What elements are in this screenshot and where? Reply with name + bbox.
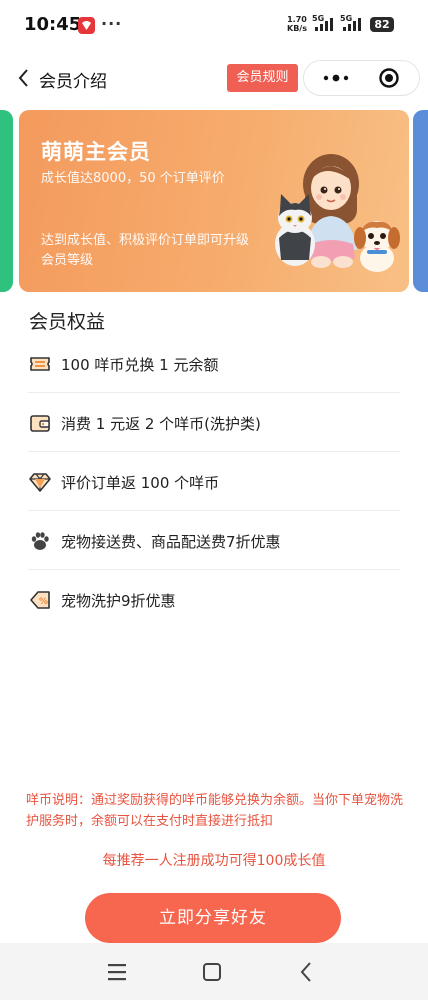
- recent-apps-icon[interactable]: [107, 963, 127, 981]
- navigation-bar: 会员介绍 会员规则: [0, 56, 428, 100]
- next-level-card[interactable]: [413, 110, 428, 292]
- discount-tag-icon: %: [28, 588, 52, 612]
- benefit-item: 评价订单返 100 个咩币: [28, 452, 400, 511]
- coin-explanation: 咩币说明：通过奖励获得的咩币能够兑换为余额。当你下单宠物洗护服务时，余额可以在支…: [26, 793, 404, 829]
- benefit-item: 100 咩币兑换 1 元余额: [28, 334, 400, 393]
- more-options-icon[interactable]: [318, 69, 354, 87]
- status-time: 10:45: [24, 14, 82, 35]
- network-speed: 1.70 KB/s: [287, 15, 307, 33]
- benefit-label: 评价订单返 100 个咩币: [61, 474, 220, 492]
- home-icon[interactable]: [202, 962, 222, 982]
- ticket-icon: [28, 352, 52, 376]
- diamond-icon: [28, 470, 52, 494]
- girl-with-pets-illustration: [265, 140, 405, 280]
- benefit-item: 消费 1 元返 2 个咩币(洗护类): [28, 393, 400, 452]
- back-icon[interactable]: [14, 66, 34, 90]
- status-bar: 10:45 ··· 1.70 KB/s 5G 5G 82: [0, 0, 428, 52]
- benefit-label: 100 咩币兑换 1 元余额: [61, 356, 219, 374]
- signal-2-label: 5G: [340, 14, 352, 23]
- more-notifications-icon: ···: [101, 14, 123, 33]
- system-navigation-bar: [0, 943, 428, 1000]
- benefit-item: 宠物接送费、商品配送费7折优惠: [28, 511, 400, 570]
- benefits-section-title: 会员权益: [29, 311, 106, 333]
- benefit-label: 宠物接送费、商品配送费7折优惠: [61, 533, 281, 551]
- wallet-icon: [28, 411, 52, 435]
- benefit-label: 消费 1 元返 2 个咩币(洗护类): [61, 415, 261, 433]
- level-title: 萌萌主会员: [41, 140, 151, 164]
- network-speed-value: 1.70: [287, 15, 307, 24]
- svg-text:%: %: [39, 597, 48, 607]
- level-description: 达到成长值、积极评价订单即可升级会员等级: [41, 233, 250, 268]
- network-speed-unit: KB/s: [287, 24, 307, 33]
- share-with-friends-button[interactable]: 立即分享好友: [85, 893, 341, 943]
- benefit-item: % 宠物洗护9折优惠: [28, 570, 400, 628]
- membership-level-card[interactable]: 萌萌主会员 成长值达8000，50 个订单评价 达到成长值、积极评价订单即可升级…: [19, 110, 409, 292]
- signal-icon: 5G: [312, 13, 336, 37]
- system-back-icon[interactable]: [298, 961, 314, 983]
- previous-level-card[interactable]: [0, 110, 13, 292]
- level-requirement: 成长值达8000，50 个订单评价: [41, 171, 225, 186]
- page-title: 会员介绍: [39, 72, 107, 92]
- member-rules-button[interactable]: 会员规则: [227, 64, 298, 92]
- signal-icon: 5G: [340, 13, 364, 37]
- battery-indicator: 82: [370, 17, 394, 32]
- signal-1-label: 5G: [312, 14, 324, 23]
- mini-program-capsule: [303, 60, 420, 96]
- benefit-label: 宠物洗护9折优惠: [61, 592, 176, 610]
- close-mini-program-icon[interactable]: [378, 67, 400, 89]
- referral-reward-text: 每推荐一人注册成功可得100成长值: [102, 853, 326, 869]
- notification-app-icon: [78, 17, 95, 34]
- paw-icon: [28, 529, 52, 553]
